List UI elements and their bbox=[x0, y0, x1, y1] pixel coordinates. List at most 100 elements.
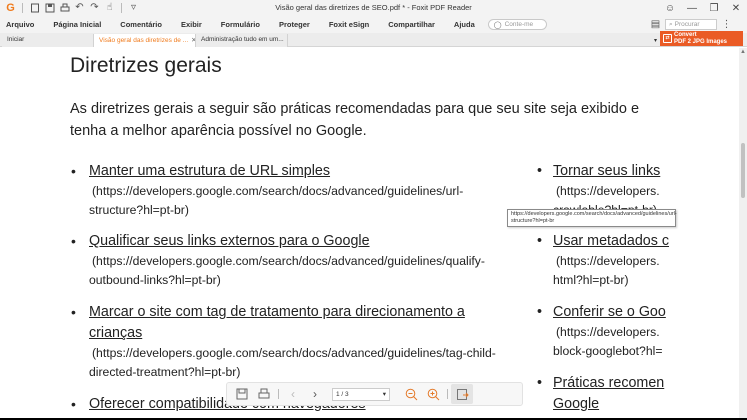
link-marcar-site-cont[interactable]: crianças bbox=[89, 323, 529, 344]
convert-line2: PDF 2 JPG Images bbox=[674, 38, 728, 45]
bullet: • bbox=[537, 375, 543, 391]
account-icon[interactable]: ☺ bbox=[659, 3, 681, 14]
menu-bar: Arquivo Página Inicial Comentário Exibir… bbox=[0, 16, 747, 33]
menu-pagina-inicial[interactable]: Página Inicial bbox=[53, 20, 101, 29]
tab-label: Visão geral das diretrizes de ... bbox=[99, 37, 189, 44]
separator bbox=[278, 389, 279, 399]
menu-ajuda[interactable]: Ajuda bbox=[454, 20, 475, 29]
url-text: outbound-links?hl=pt-br) bbox=[89, 273, 221, 287]
save-icon[interactable] bbox=[231, 384, 253, 404]
bullet: • bbox=[537, 163, 543, 179]
hand-tool-icon[interactable]: ☝ bbox=[103, 2, 116, 15]
url-text: (https://developers.google.com/search/do… bbox=[92, 184, 464, 198]
menu-proteger[interactable]: Proteger bbox=[279, 20, 310, 29]
vertical-scrollbar[interactable]: ▲ bbox=[739, 48, 747, 420]
url-text: directed-treatment?hl=pt-br) bbox=[89, 365, 241, 379]
close-icon[interactable]: ✕ bbox=[725, 3, 747, 14]
url-text: (https://developers. bbox=[556, 254, 660, 268]
separator bbox=[121, 3, 122, 13]
page-number-input[interactable]: 1 / 3 ▾ bbox=[332, 387, 390, 401]
search-input[interactable]: ⌕ Procurar bbox=[665, 19, 717, 30]
title-bar: G ↶ ↷ ☝ ▿ Visão geral das diretrizes de … bbox=[0, 0, 747, 16]
link-praticas-cont[interactable]: Google bbox=[553, 394, 671, 415]
page-heading: Diretrizes gerais bbox=[70, 54, 222, 77]
tell-me-placeholder: Conte-me bbox=[504, 21, 534, 28]
url-text: block-googlebot?hl= bbox=[553, 344, 663, 358]
print-icon[interactable] bbox=[253, 384, 275, 404]
previous-page-icon[interactable]: ‹ bbox=[282, 384, 304, 404]
search-area: ▤ ⌕ Procurar ⋮ bbox=[649, 18, 733, 31]
foxit-logo: G bbox=[6, 1, 15, 14]
separator bbox=[447, 389, 448, 399]
list-item: • Marcar o site com tag de tratamento pa… bbox=[71, 302, 529, 382]
link-estrutura-url[interactable]: Manter uma estrutura de URL simples bbox=[89, 161, 529, 182]
redo-icon[interactable]: ↷ bbox=[88, 2, 101, 15]
tab-label: Administração tudo em um... bbox=[201, 36, 284, 43]
minimize-icon[interactable]: — bbox=[681, 3, 703, 14]
zoom-in-icon[interactable] bbox=[422, 384, 444, 404]
convert-icon: ⇄ bbox=[663, 34, 672, 43]
search-options-icon[interactable]: ▤ bbox=[649, 18, 662, 31]
chevron-down-icon: ▾ bbox=[382, 391, 386, 398]
page-indicator: 1 / 3 bbox=[336, 390, 349, 398]
menu-compartilhar[interactable]: Compartilhar bbox=[388, 20, 435, 29]
url-text: (https://developers.google.com/search/do… bbox=[92, 346, 496, 360]
maximize-icon[interactable]: ❐ bbox=[703, 3, 725, 14]
tab-visao-geral[interactable]: Visão geral das diretrizes de ...✕ bbox=[94, 34, 196, 47]
fit-page-icon[interactable] bbox=[451, 384, 473, 404]
url-text: (https://developers. bbox=[556, 325, 660, 339]
list-item: Usar metadados c (https://developers. ht… bbox=[553, 231, 671, 290]
document-page: Diretrizes gerais As diretrizes gerais a… bbox=[0, 48, 739, 420]
next-page-icon[interactable]: › bbox=[304, 384, 326, 404]
menu-arquivo[interactable]: Arquivo bbox=[6, 20, 34, 29]
save-icon[interactable] bbox=[43, 2, 56, 15]
link-qualificar-links[interactable]: Qualificar seus links externos para o Go… bbox=[89, 231, 529, 252]
url-text: (https://developers.google.com/search/do… bbox=[92, 254, 485, 268]
tab-administracao[interactable]: Administração tudo em um... bbox=[196, 34, 288, 47]
link-tornar-links[interactable]: Tornar seus links bbox=[553, 161, 671, 182]
link-tooltip: https://developers.google.com/search/doc… bbox=[507, 209, 677, 227]
undo-icon[interactable]: ↶ bbox=[73, 2, 86, 15]
link-conferir-google[interactable]: Conferir se o Goo bbox=[553, 302, 671, 323]
new-icon[interactable] bbox=[28, 2, 41, 15]
document-tab-bar: Iniciar Visão geral das diretrizes de ..… bbox=[0, 33, 747, 47]
print-icon[interactable] bbox=[58, 2, 71, 15]
search-icon: ⌕ bbox=[669, 20, 673, 28]
scrollbar-thumb[interactable] bbox=[741, 143, 745, 198]
bullet: • bbox=[537, 304, 543, 320]
separator bbox=[22, 3, 23, 13]
tab-list-dropdown-icon[interactable]: ▾ bbox=[654, 37, 657, 44]
bullet: • bbox=[71, 304, 76, 320]
intro-paragraph: As diretrizes gerais a seguir são prátic… bbox=[70, 101, 640, 139]
more-options-icon[interactable]: ⋮ bbox=[720, 18, 733, 31]
url-text: (https://developers. bbox=[556, 184, 660, 198]
bullet: • bbox=[537, 233, 543, 249]
tell-me-input[interactable]: ◯ Conte-me bbox=[487, 19, 547, 30]
scroll-up-icon[interactable]: ▲ bbox=[740, 49, 746, 55]
url-text: structure?hl=pt-br) bbox=[89, 203, 189, 217]
link-marcar-site[interactable]: Marcar o site com tag de tratamento para… bbox=[89, 302, 529, 323]
bullet: • bbox=[71, 163, 76, 179]
url-text: html?hl=pt-br) bbox=[553, 273, 629, 287]
tab-iniciar[interactable]: Iniciar bbox=[2, 34, 94, 47]
convert-pdf-button[interactable]: ⇄ Convert PDF 2 JPG Images bbox=[660, 31, 743, 46]
search-placeholder: Procurar bbox=[674, 21, 700, 28]
window-controls: ☺ — ❐ ✕ bbox=[659, 0, 747, 16]
link-metadados[interactable]: Usar metadados c bbox=[553, 231, 671, 252]
list-item: Conferir se o Goo (https://developers. b… bbox=[553, 302, 671, 361]
list-item: • Qualificar seus links externos para o … bbox=[71, 231, 529, 290]
list-item: Práticas recomen Google bbox=[553, 373, 671, 415]
quick-access-toolbar: G ↶ ↷ ☝ ▿ bbox=[0, 2, 140, 15]
customize-icon[interactable]: ▿ bbox=[127, 2, 140, 15]
bullet: • bbox=[71, 233, 76, 249]
menu-comentario[interactable]: Comentário bbox=[120, 20, 162, 29]
lightbulb-icon: ◯ bbox=[493, 21, 502, 29]
menu-exibir[interactable]: Exibir bbox=[181, 20, 202, 29]
zoom-out-icon[interactable] bbox=[400, 384, 422, 404]
bullet: • bbox=[71, 396, 76, 412]
floating-page-toolbar: ‹ › 1 / 3 ▾ bbox=[226, 382, 523, 406]
menu-foxit-esign[interactable]: Foxit eSign bbox=[329, 20, 369, 29]
list-item: • Manter uma estrutura de URL simples (h… bbox=[71, 161, 529, 220]
menu-formulario[interactable]: Formulário bbox=[221, 20, 260, 29]
link-praticas[interactable]: Práticas recomen bbox=[553, 373, 671, 394]
